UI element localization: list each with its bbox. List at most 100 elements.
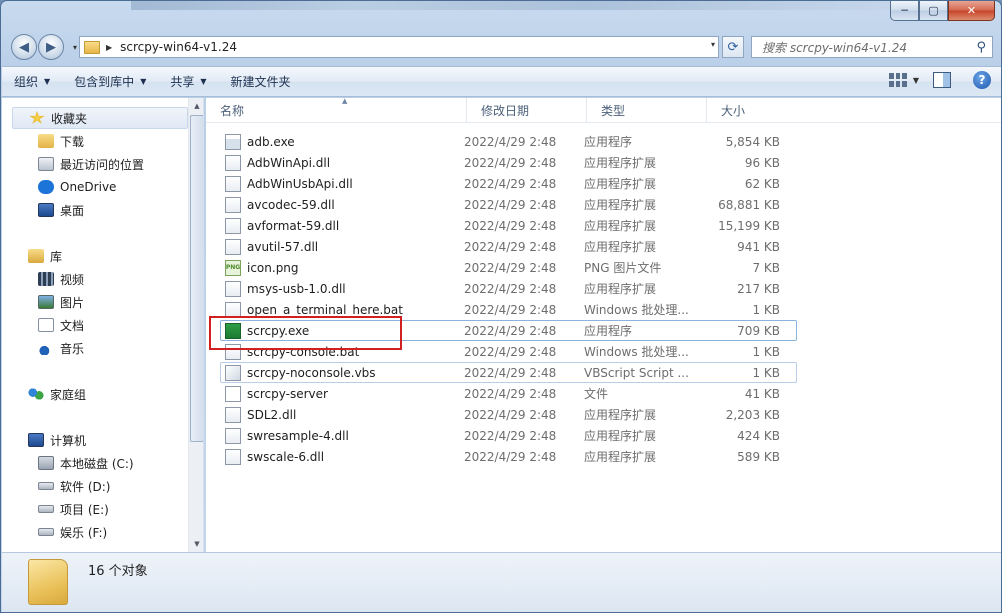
maximize-button[interactable]: ▢	[919, 1, 948, 21]
type-header-label: 类型	[601, 104, 626, 118]
nav-item-label: 音乐	[60, 341, 85, 356]
chevron-down-icon: ▼	[140, 77, 147, 86]
search-input[interactable]: 搜索 scrcpy-win64-v1.24 ⚲	[751, 36, 993, 58]
file-row[interactable]: msys-usb-1.0.dll 2022/4/29 2:48 应用程序扩展 217 …	[220, 278, 797, 299]
refresh-icon: ⟳	[727, 39, 739, 55]
chevron-down-icon: ▼	[200, 77, 207, 86]
file-row[interactable]: swscale-6.dll 2022/4/29 2:48 应用程序扩展 589 KB	[220, 446, 797, 467]
file-row[interactable]: avformat-59.dll 2022/4/29 2:48 应用程序扩展 15,19…	[220, 215, 797, 236]
file-name: swresample-4.dll	[247, 428, 349, 443]
file-row[interactable]: scrcpy-server 2022/4/29 2:48 文件 41 KB	[220, 383, 797, 404]
column-header-name[interactable]: 名称 ▲	[206, 97, 467, 123]
share-label: 共享	[170, 75, 195, 89]
nav-item-favorite[interactable]: 桌面	[2, 199, 188, 221]
nav-item-label: 收藏夹	[51, 111, 88, 126]
file-row[interactable]: SDL2.dll 2022/4/29 2:48 应用程序扩展 2,203 KB	[220, 404, 797, 425]
scroll-up-arrow-icon[interactable]: ▲	[189, 98, 203, 114]
nav-item-library[interactable]: 音乐	[2, 337, 188, 359]
star-icon	[29, 111, 45, 124]
back-button[interactable]: ◀	[11, 34, 37, 60]
search-placeholder: 搜索 scrcpy-win64-v1.24	[762, 40, 907, 55]
dll-file-icon	[225, 406, 241, 423]
new-folder-button[interactable]: 新建文件夹	[219, 67, 303, 96]
include-in-library-menu[interactable]: 包含到库中 ▼	[62, 67, 158, 96]
file-type: PNG 图片文件	[584, 261, 662, 275]
file-name: avcodec-59.dll	[247, 197, 335, 212]
nav-homegroup[interactable]: 家庭组	[2, 383, 188, 405]
file-row[interactable]: scrcpy-noconsole.vbs 2022/4/29 2:48 VBScri…	[220, 362, 797, 383]
column-header-type[interactable]: 类型	[587, 98, 707, 123]
nav-item-favorite[interactable]: 下载	[2, 130, 188, 152]
nav-item-drive[interactable]: 本地磁盘 (C:)	[2, 452, 188, 474]
nav-favorites[interactable]: 收藏夹	[12, 107, 188, 129]
file-row[interactable]: avcodec-59.dll 2022/4/29 2:48 应用程序扩展 68,881…	[220, 194, 797, 215]
nav-item-label: 视频	[60, 272, 85, 287]
scroll-down-arrow-icon[interactable]: ▼	[189, 536, 203, 552]
address-bar[interactable]: ▶ scrcpy-win64-v1.24 ▾	[79, 36, 719, 58]
file-name: open_a_terminal_here.bat	[247, 302, 403, 317]
file-row[interactable]: AdbWinApi.dll 2022/4/29 2:48 应用程序扩展 96 KB	[220, 152, 797, 173]
close-button[interactable]: ✕	[948, 1, 995, 21]
navigation-scrollbar[interactable]: ▲ ▼	[188, 98, 203, 552]
breadcrumb-arrow-icon[interactable]: ▶	[106, 43, 112, 52]
refresh-button[interactable]: ⟳	[722, 36, 744, 58]
file-modified: 2022/4/29 2:48	[464, 365, 557, 380]
blurred-title-strip	[131, 1, 891, 10]
column-header-size[interactable]: 大小	[707, 98, 787, 123]
file-modified: 2022/4/29 2:48	[464, 407, 557, 422]
large-folder-icon	[28, 559, 68, 605]
file-name: SDL2.dll	[247, 407, 297, 422]
nav-item-label: 娱乐 (F:)	[60, 525, 108, 540]
file-row[interactable]: AdbWinUsbApi.dll 2022/4/29 2:48 应用程序扩展 62 K…	[220, 173, 797, 194]
nav-item-label: 家庭组	[50, 387, 87, 402]
forward-button[interactable]: ▶	[38, 34, 64, 60]
dll-file-icon	[225, 427, 241, 444]
size-header-label: 大小	[721, 104, 746, 118]
nav-item-drive[interactable]: 娱乐 (F:)	[2, 521, 188, 543]
file-size: 7 KB	[752, 260, 780, 275]
file-type: 应用程序	[584, 135, 633, 149]
file-size: 62 KB	[744, 176, 780, 191]
file-name: swscale-6.dll	[247, 449, 325, 464]
nav-item-library[interactable]: 视频	[2, 268, 188, 290]
nav-item-library[interactable]: 图片	[2, 291, 188, 313]
breadcrumb-current-folder[interactable]: scrcpy-win64-v1.24	[120, 40, 237, 54]
file-row[interactable]: swresample-4.dll 2022/4/29 2:48 应用程序扩展 424 …	[220, 425, 797, 446]
scrollbar-thumb[interactable]	[190, 115, 203, 442]
file-modified: 2022/4/29 2:48	[464, 302, 557, 317]
nav-item-label: 下载	[60, 134, 85, 149]
address-history-dropdown[interactable]: ▾	[711, 40, 715, 49]
view-dropdown-chevron-icon[interactable]: ▼	[913, 76, 919, 85]
file-modified: 2022/4/29 2:48	[464, 428, 557, 443]
file-modified: 2022/4/29 2:48	[464, 155, 557, 170]
column-header-modified[interactable]: 修改日期	[467, 98, 587, 123]
nav-item-favorite[interactable]: 最近访问的位置	[2, 153, 188, 175]
change-view-icon[interactable]	[888, 73, 907, 87]
file-type: 应用程序	[584, 324, 633, 338]
search-icon[interactable]: ⚲	[976, 40, 986, 55]
file-row[interactable]: avutil-57.dll 2022/4/29 2:48 应用程序扩展 941 KB	[220, 236, 797, 257]
organize-menu[interactable]: 组织 ▼	[2, 67, 62, 96]
nav-item-library[interactable]: 文档	[2, 314, 188, 336]
nav-item-favorite[interactable]: OneDrive	[2, 176, 188, 198]
preview-pane-icon[interactable]	[933, 72, 951, 88]
nav-item-drive[interactable]: 项目 (E:)	[2, 498, 188, 520]
dll-file-icon	[225, 448, 241, 465]
minimize-button[interactable]: ─	[890, 1, 919, 21]
file-modified: 2022/4/29 2:48	[464, 239, 557, 254]
help-icon[interactable]: ?	[973, 71, 991, 89]
share-menu[interactable]: 共享 ▼	[158, 67, 218, 96]
dll-file-icon	[225, 280, 241, 297]
nav-computer[interactable]: 计算机	[2, 429, 188, 451]
nav-libraries[interactable]: 库	[2, 245, 188, 267]
nav-item-drive[interactable]: 软件 (D:)	[2, 475, 188, 497]
file-name: msys-usb-1.0.dll	[247, 281, 346, 296]
homegroup-icon	[28, 387, 44, 401]
music-library-icon	[38, 341, 54, 355]
dll-file-icon	[225, 175, 241, 192]
file-row[interactable]: PNG icon.png 2022/4/29 2:48 PNG 图片文件 7 KB	[220, 257, 797, 278]
file-modified: 2022/4/29 2:48	[464, 281, 557, 296]
file-row[interactable]: adb.exe 2022/4/29 2:48 应用程序 5,854 KB	[220, 131, 797, 152]
drive-icon	[38, 528, 54, 536]
file-name: avutil-57.dll	[247, 239, 319, 254]
